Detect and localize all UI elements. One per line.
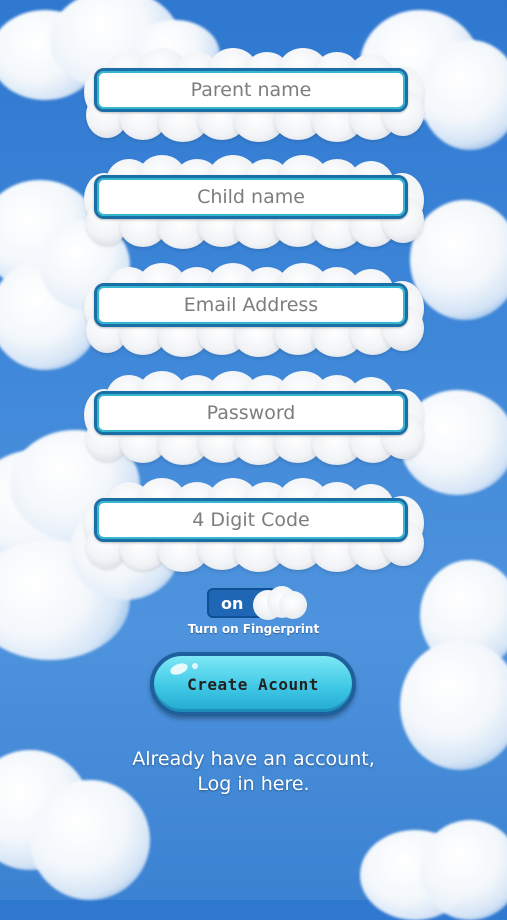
create-account-label: Create Acount — [187, 674, 319, 694]
parent-name-field[interactable] — [97, 78, 405, 102]
create-account-button[interactable]: Create Acount — [150, 652, 356, 716]
button-shine — [168, 661, 190, 677]
password-field[interactable] — [97, 401, 405, 425]
login-line-1: Already have an account, — [132, 748, 375, 770]
login-line-2: Log in here. — [197, 773, 310, 795]
background-cloud — [360, 820, 507, 920]
toggle-knob[interactable] — [253, 586, 307, 620]
password-field-cloud — [84, 371, 424, 465]
fingerprint-caption: Turn on Fingerprint — [187, 622, 320, 636]
digit-code-field[interactable] — [97, 508, 405, 532]
fingerprint-toggle[interactable]: on — [207, 586, 307, 620]
child-name-field-box — [94, 175, 408, 219]
email-field-box — [94, 283, 408, 327]
digit-code-field-box — [94, 498, 408, 542]
digit-code-field-cloud — [84, 478, 424, 572]
button-shine — [192, 663, 198, 669]
password-field-box — [94, 391, 408, 435]
parent-name-field-box — [94, 68, 408, 112]
parent-name-field-cloud — [84, 48, 424, 142]
login-link[interactable]: Already have an account, Log in here. — [0, 747, 507, 797]
email-field-cloud — [84, 263, 424, 357]
email-field[interactable] — [97, 293, 405, 317]
child-name-field-cloud — [84, 155, 424, 249]
background-cloud — [410, 190, 507, 330]
child-name-field[interactable] — [97, 185, 405, 209]
toggle-on-label: on — [221, 593, 244, 613]
